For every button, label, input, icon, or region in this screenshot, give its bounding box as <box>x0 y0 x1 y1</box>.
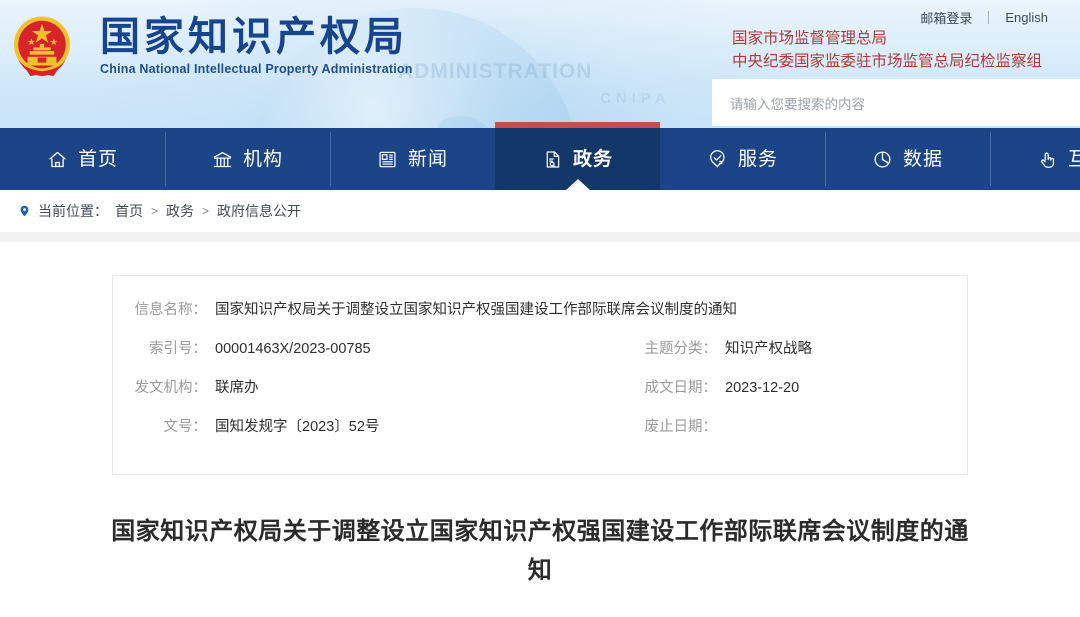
china-national-emblem-icon <box>13 16 71 77</box>
home-icon <box>47 148 69 170</box>
nav-label-interaction: 互动 <box>1067 148 1080 170</box>
info-row-index: 索引号： 00001463X/2023-00785 主题分类： 知识产权战略 <box>113 337 967 376</box>
nav-label-services: 服务 <box>737 148 778 170</box>
click-hand-icon <box>1037 148 1059 170</box>
org-line-1: 国家市场监督管理总局 <box>731 30 887 47</box>
org-line-2: 中央纪委国家监委驻市场监管总局纪检监察组 <box>731 52 1042 70</box>
nav-item-organization[interactable]: 机构 <box>165 128 330 190</box>
breadcrumb-item-government-information-disclosure[interactable]: 政府信息公开 <box>217 201 301 221</box>
info-row-issuer: 发文机构： 联席办 成文日期： 2023-12-20 <box>113 376 967 415</box>
nav-item-home[interactable]: 首页 <box>0 128 165 190</box>
info-cell-abolish-date: 废止日期： <box>633 415 953 436</box>
document-icon <box>542 148 564 170</box>
info-cell-topic: 主题分类： 知识产权战略 <box>633 337 953 358</box>
breadcrumb-bar: 当前位置： 首页 > 政务 > 政府信息公开 <box>0 190 1080 232</box>
site-brand: 国家知识产权局 China National Intellectual Prop… <box>100 14 413 76</box>
breadcrumb-item-home[interactable]: 首页 <box>115 201 143 221</box>
search-input-placeholder[interactable]: 请输入您要搜索的内容 <box>730 93 865 113</box>
breadcrumb-prefix: 当前位置： <box>38 203 108 219</box>
active-tab-top-bar <box>495 122 660 128</box>
info-row-name: 信息名称： 国家知识产权局关于调整设立国家知识产权强国建设工作部际联席会议制度的… <box>113 298 967 337</box>
nav-item-interaction[interactable]: 互动 <box>990 128 1080 190</box>
info-value-written-date: 2023-12-20 <box>725 380 800 396</box>
info-cell-written-date: 成文日期： 2023-12-20 <box>633 376 953 397</box>
nav-item-services[interactable]: 服务 <box>660 128 825 190</box>
breadcrumb-separator-1: > <box>151 204 159 218</box>
breadcrumb: 当前位置： 首页 > 政务 > 政府信息公开 <box>0 201 301 221</box>
nav-item-government-affairs[interactable]: 政务 <box>495 122 660 191</box>
nav-label-news: 新闻 <box>407 148 448 170</box>
info-label-written-date: 成文日期： <box>644 380 718 396</box>
location-pin-icon <box>18 203 31 219</box>
info-value-index: 00001463X/2023-00785 <box>215 341 371 357</box>
nav-label-home: 首页 <box>77 148 118 170</box>
nav-label-data: 数据 <box>902 148 943 170</box>
info-value-doc-number: 国知发规字〔2023〕52号 <box>215 419 380 435</box>
info-cell-issuer: 发文机构： 联席办 <box>113 376 633 397</box>
main-content: 信息名称： 国家知识产权局关于调整设立国家知识产权强国建设工作部际联席会议制度的… <box>0 275 1080 617</box>
info-label-abolish-date: 废止日期： <box>644 419 718 435</box>
page-title: 国家知识产权局关于调整设立国家知识产权强国建设工作部际联席会议制度的通知 <box>111 518 969 584</box>
info-label-topic: 主题分类： <box>644 341 718 357</box>
breadcrumb-divider <box>0 232 1080 242</box>
info-label-issuer: 发文机构： <box>134 380 208 396</box>
info-value-issuer: 联席办 <box>215 380 259 396</box>
info-label-name: 信息名称： <box>134 302 208 318</box>
nav-item-data[interactable]: 数据 <box>825 128 990 190</box>
site-header: ADMINISTRATION CNIPA 国家知识产权局 China Natio… <box>0 0 1080 128</box>
bank-icon <box>212 148 234 170</box>
header-top-links: 邮箱登录 English <box>904 8 1064 27</box>
header-watermark-text: ADMINISTRATION <box>398 60 593 83</box>
info-label-doc-number: 文号： <box>163 419 208 435</box>
nav-item-news[interactable]: 新闻 <box>330 128 495 190</box>
brand-title-cn: 国家知识产权局 <box>100 14 408 60</box>
page-root: ADMINISTRATION CNIPA 国家知识产权局 China Natio… <box>0 0 1080 617</box>
active-tab-pointer <box>564 179 591 191</box>
info-value-topic: 知识产权战略 <box>725 341 812 357</box>
pie-chart-icon <box>872 148 894 170</box>
info-cell-doc-number: 文号： 国知发规字〔2023〕52号 <box>113 415 633 436</box>
shield-check-icon <box>707 148 729 170</box>
info-value-name: 国家知识产权局关于调整设立国家知识产权强国建设工作部际联席会议制度的通知 <box>215 302 737 318</box>
affiliated-org-names: 国家市场监督管理总局 中央纪委国家监委驻市场监管总局纪检监察组 <box>732 28 1042 74</box>
brand-title-en: China National Intellectual Property Adm… <box>100 62 413 77</box>
nav-label-government-affairs: 政务 <box>572 148 613 170</box>
main-navigation: 首页 机构 新闻 政务 服务 数据 互 <box>0 122 1080 191</box>
english-link[interactable]: English <box>989 10 1064 25</box>
newspaper-icon <box>377 148 399 170</box>
breadcrumb-item-government-affairs[interactable]: 政务 <box>166 201 194 221</box>
info-row-doc-number: 文号： 国知发规字〔2023〕52号 废止日期： <box>113 415 967 454</box>
document-info-box: 信息名称： 国家知识产权局关于调整设立国家知识产权强国建设工作部际联席会议制度的… <box>112 275 968 475</box>
header-watermark-text-2: CNIPA <box>600 90 671 107</box>
nav-label-organization: 机构 <box>242 148 283 170</box>
info-cell-name: 信息名称： 国家知识产权局关于调整设立国家知识产权强国建设工作部际联席会议制度的… <box>113 298 953 319</box>
email-login-link[interactable]: 邮箱登录 <box>904 8 988 27</box>
info-label-index: 索引号： <box>149 341 207 357</box>
info-cell-index: 索引号： 00001463X/2023-00785 <box>113 337 633 358</box>
search-box[interactable]: 请输入您要搜索的内容 <box>712 79 1080 126</box>
breadcrumb-separator-2: > <box>202 204 210 218</box>
